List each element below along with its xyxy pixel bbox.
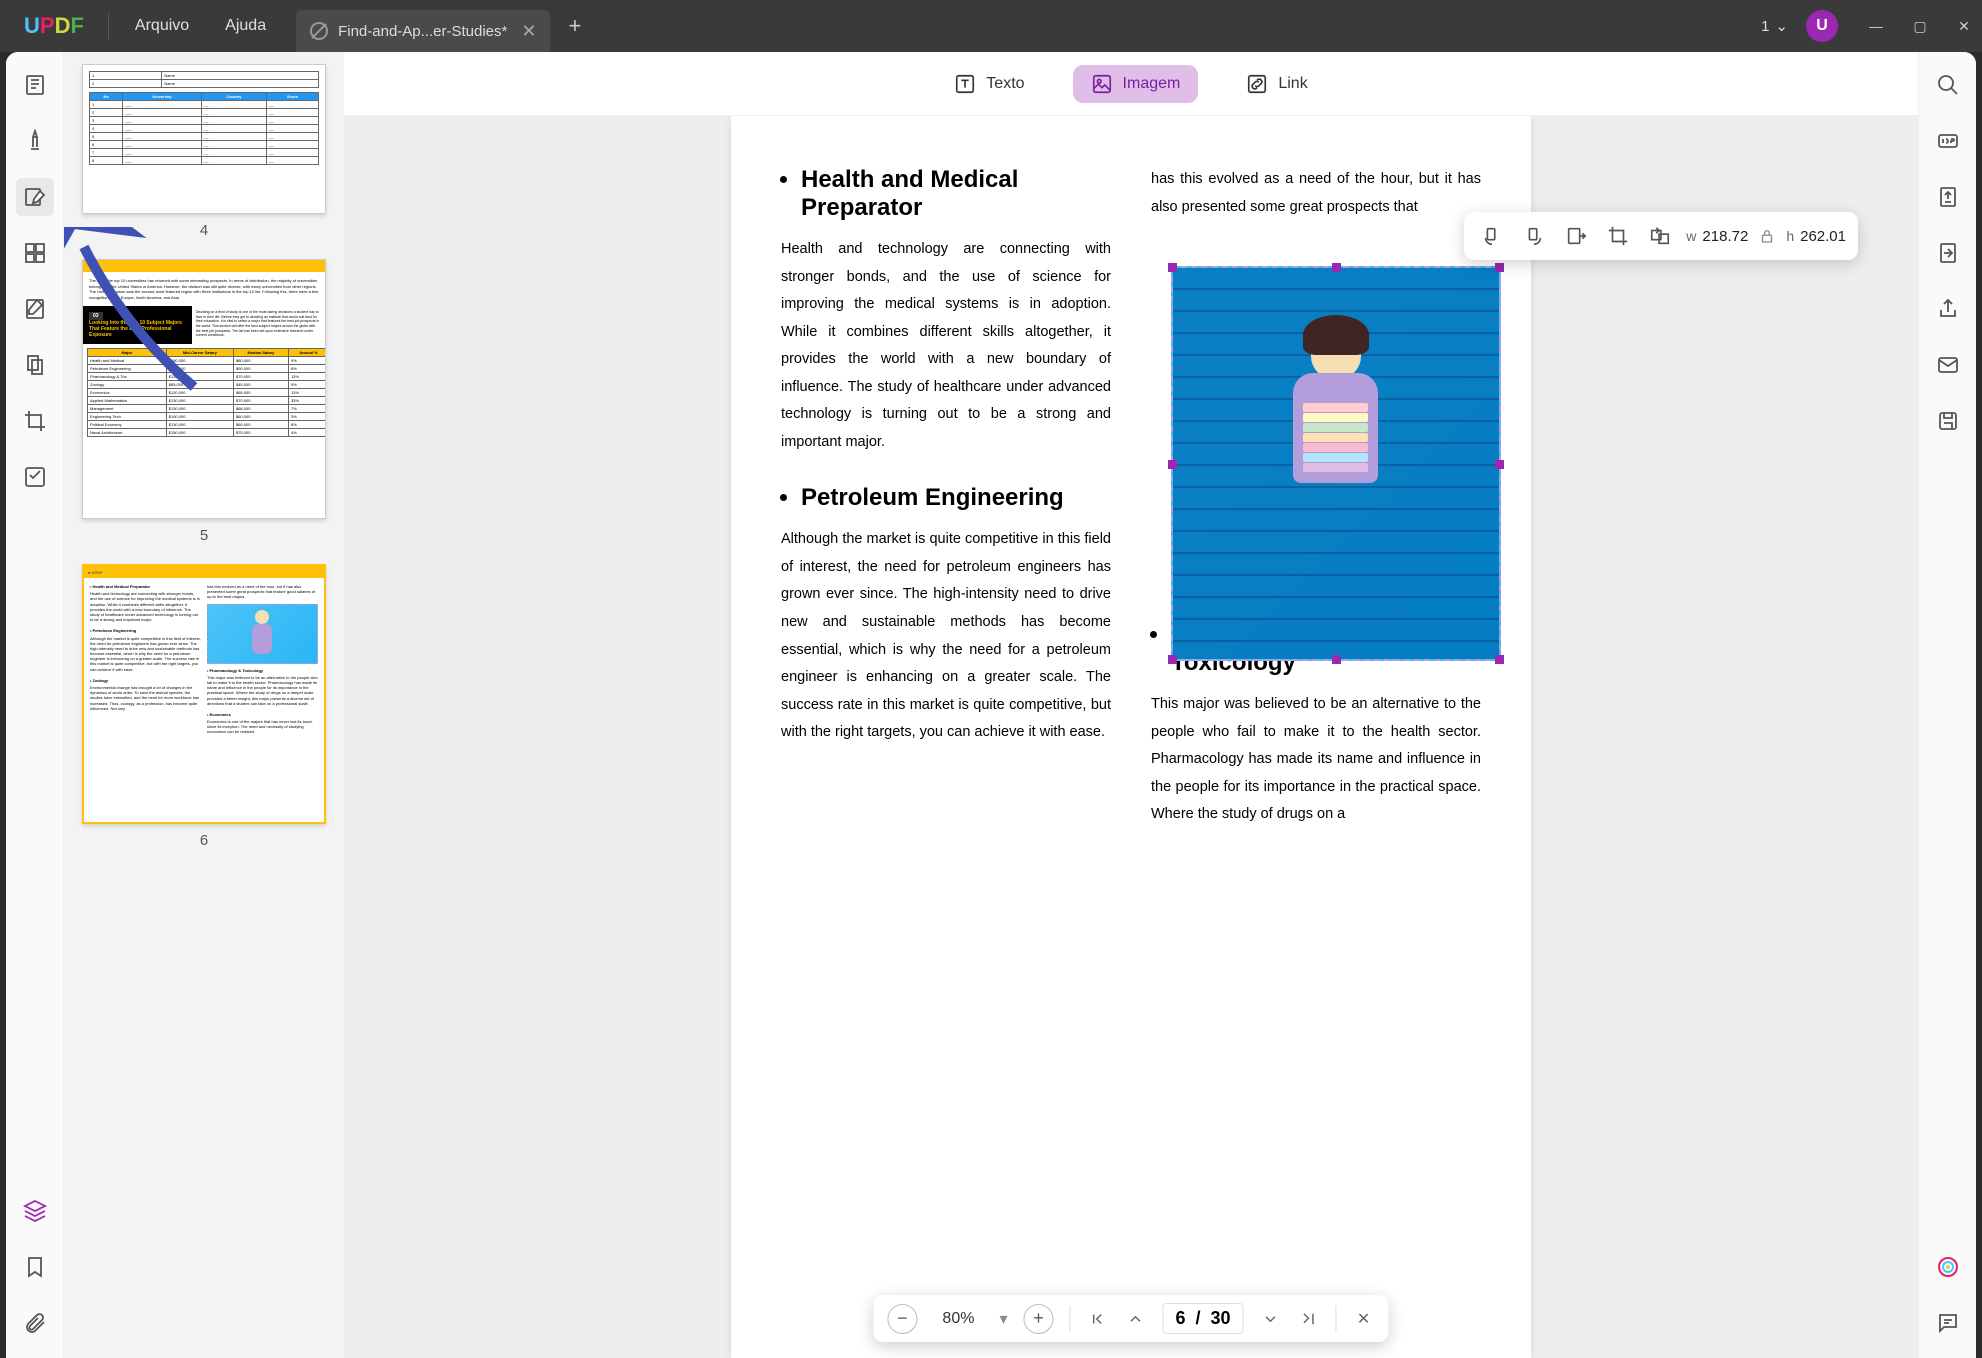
thumbnail-panel[interactable]: 1Name2Name NoUniversityCountryScore 1___… [64,52,344,1358]
page-content: Health and Medical Preparator Health and… [731,116,1531,1358]
export-icon[interactable] [1929,234,1967,272]
user-avatar[interactable]: U [1806,10,1838,42]
width-field[interactable]: w 218.72 [1686,228,1748,245]
resize-handle-bl[interactable] [1168,655,1177,664]
app-logo: UPDF [8,13,100,39]
close-toolbar-icon[interactable]: ✕ [1353,1308,1375,1330]
tools-icon[interactable] [16,458,54,496]
resize-handle-br[interactable] [1495,655,1504,664]
tool-text-button[interactable]: Texto [936,65,1042,103]
edit-icon[interactable] [16,178,54,216]
fill-sign-icon[interactable] [16,290,54,328]
image-properties-toolbar: w 218.72 h 262.01 [1464,212,1858,260]
zoom-dropdown-icon[interactable]: ▾ [999,1309,1007,1329]
extract-image-icon[interactable] [1560,220,1592,252]
crop-image-icon[interactable] [1602,220,1634,252]
replace-image-icon[interactable] [1644,220,1676,252]
heading-petroleum: Petroleum Engineering [801,484,1111,512]
bookmark-icon[interactable] [16,1248,54,1286]
para-col2-intro: has this evolved as a need of the hour, … [1151,166,1481,221]
main-content-area: Texto Imagem Link w 218.72 h [344,52,1918,1358]
left-sidebar [6,52,64,1358]
zoom-level: 80% [933,1310,983,1328]
prev-page-button[interactable] [1124,1308,1146,1330]
right-sidebar [1918,52,1976,1358]
save-icon[interactable] [1929,402,1967,440]
first-page-button[interactable] [1086,1308,1108,1330]
ocr-icon[interactable] [1929,122,1967,160]
resize-handle-tm[interactable] [1332,263,1341,272]
thumbnail-page-5[interactable]: The list of the top 10 universities has … [82,259,326,544]
organize-pages-icon[interactable] [16,234,54,272]
titlebar: UPDF Arquivo Ajuda Find-and-Ap...er-Stud… [0,0,1982,52]
zoom-in-button[interactable]: + [1023,1304,1053,1334]
share-icon[interactable] [1929,290,1967,328]
document-viewport[interactable]: Health and Medical Preparator Health and… [344,116,1918,1358]
redact-icon[interactable] [16,346,54,384]
comment-icon[interactable] [1929,1304,1967,1342]
search-icon[interactable] [1929,66,1967,104]
resize-handle-bm[interactable] [1332,655,1341,664]
resize-handle-tl[interactable] [1168,263,1177,272]
close-button[interactable]: ✕ [1954,16,1974,36]
last-page-button[interactable] [1298,1308,1320,1330]
para-pharma: This major was believed to be an alterna… [1151,691,1481,829]
email-icon[interactable] [1929,346,1967,384]
tool-link-button[interactable]: Link [1228,65,1325,103]
thumbnail-page-6[interactable]: ● UPDF • Health and Medical Preparator H… [82,564,326,849]
next-page-button[interactable] [1260,1308,1282,1330]
reader-mode-icon[interactable] [16,66,54,104]
resize-handle-tr[interactable] [1495,263,1504,272]
divider [108,12,109,40]
rotate-right-icon[interactable] [1518,220,1550,252]
heading-health: Health and Medical Preparator [801,166,1111,222]
thumbnail-page-4[interactable]: 1Name2Name NoUniversityCountryScore 1___… [82,64,326,239]
ai-icon[interactable] [1929,1248,1967,1286]
menu-file[interactable]: Arquivo [117,17,207,35]
resize-handle-mr[interactable] [1495,460,1504,469]
para-petroleum: Although the market is quite competitive… [781,526,1111,746]
zoom-page-toolbar: − 80% ▾ + 6 / 30 ✕ [873,1295,1388,1342]
chevron-down-icon: ⌄ [1775,17,1788,35]
crop-icon[interactable] [16,402,54,440]
tool-image-button[interactable]: Imagem [1073,65,1199,103]
page-indicator[interactable]: 6 / 30 [1162,1303,1243,1334]
document-tab[interactable]: Find-and-Ap...er-Studies* ✕ [296,10,550,52]
selected-image[interactable] [1171,266,1501,661]
menu-help[interactable]: Ajuda [207,17,284,35]
height-field[interactable]: h 262.01 [1786,228,1846,245]
annotate-icon[interactable] [16,122,54,160]
tab-close-icon[interactable]: ✕ [521,21,536,42]
minimize-button[interactable]: — [1866,16,1886,36]
convert-icon[interactable] [1929,178,1967,216]
para-health: Health and technology are connecting wit… [781,236,1111,456]
maximize-button[interactable]: ▢ [1910,16,1930,36]
rotate-left-icon[interactable] [1476,220,1508,252]
aspect-lock-icon[interactable] [1758,227,1776,245]
window-count[interactable]: 1 ⌄ [1761,17,1788,35]
tab-unsaved-icon [310,22,328,40]
resize-handle-ml[interactable] [1168,460,1177,469]
zoom-out-button[interactable]: − [887,1304,917,1334]
tab-add-button[interactable]: + [568,13,581,39]
attachment-icon[interactable] [16,1304,54,1342]
tab-label: Find-and-Ap...er-Studies* [338,23,507,40]
layers-icon[interactable] [16,1192,54,1230]
edit-toolbar: Texto Imagem Link [344,52,1918,116]
